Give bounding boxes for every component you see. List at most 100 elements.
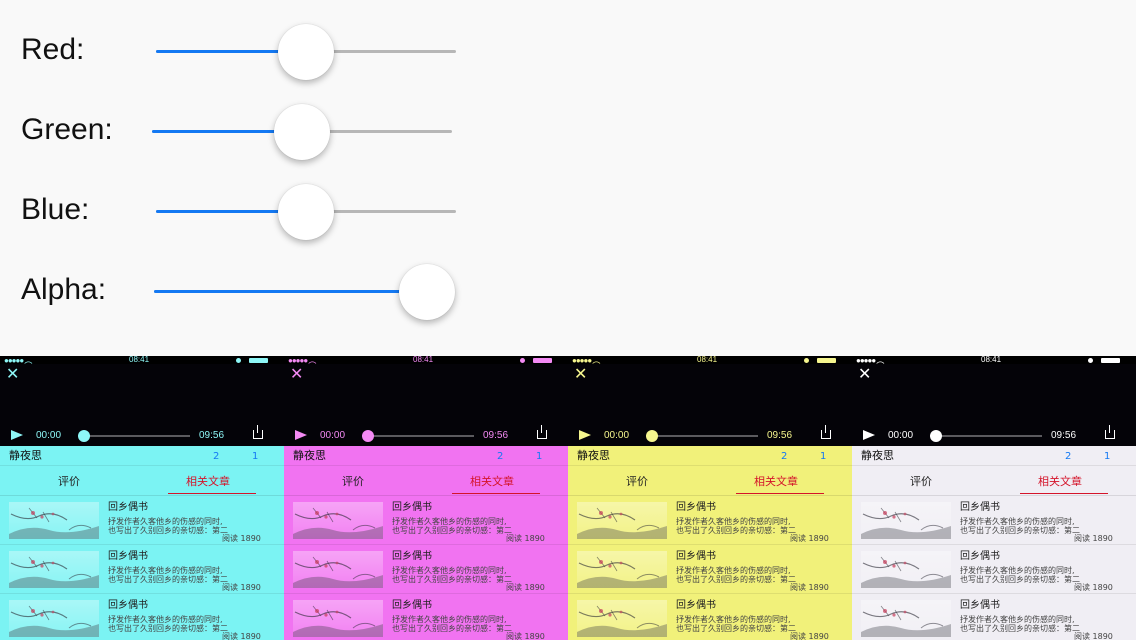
status-time: 08:41 bbox=[981, 356, 1002, 364]
list-item[interactable]: 回乡偶书 抒发作者久客他乡的伤感的同时, 也写出了久别回乡的亲切感：第二 阅读 … bbox=[852, 545, 1136, 594]
article-summary-line1: 抒发作者久客他乡的伤感的同时, bbox=[960, 615, 1075, 624]
alpha-slider-row: Alpha: bbox=[0, 261, 480, 321]
play-icon[interactable] bbox=[295, 430, 307, 440]
play-icon[interactable] bbox=[11, 430, 23, 440]
list-item[interactable]: 回乡偶书 抒发作者久客他乡的伤感的同时, 也写出了久别回乡的亲切感：第二 阅读 … bbox=[284, 594, 568, 640]
phone-screen: ●●●●● ︵ 08:41 ✕ 00:00 09:56 静夜思 2 1 评价 相… bbox=[852, 356, 1136, 640]
audio-player: ✕ 00:00 09:56 bbox=[284, 364, 568, 446]
red-slider-thumb[interactable] bbox=[278, 24, 334, 80]
alpha-slider-fill bbox=[154, 290, 427, 293]
play-icon[interactable] bbox=[863, 430, 875, 440]
green-slider-thumb[interactable] bbox=[274, 104, 330, 160]
read-count: 阅读 1890 bbox=[222, 534, 261, 543]
alpha-label: Alpha: bbox=[21, 273, 107, 306]
like-count[interactable]: 1 bbox=[1104, 451, 1110, 462]
article-thumbnail bbox=[9, 551, 99, 588]
current-time: 00:00 bbox=[320, 430, 346, 441]
list-item[interactable]: 回乡偶书 抒发作者久客他乡的伤感的同时, 也写出了久别回乡的亲切感：第二 阅读 … bbox=[284, 496, 568, 545]
share-icon[interactable] bbox=[253, 425, 263, 439]
ink-painting-image bbox=[293, 605, 383, 637]
ink-painting-image bbox=[861, 556, 951, 588]
status-bar: ●●●●● ︵ 08:41 bbox=[852, 356, 1136, 365]
poem-title: 静夜思 bbox=[577, 449, 610, 462]
list-item[interactable]: 回乡偶书 抒发作者久客他乡的伤感的同时, 也写出了久别回乡的亲切感：第二 阅读 … bbox=[0, 496, 284, 545]
list-item[interactable]: 回乡偶书 抒发作者久客他乡的伤感的同时, 也写出了久别回乡的亲切感：第二 阅读 … bbox=[852, 594, 1136, 640]
article-summary-line1: 抒发作者久客他乡的伤感的同时, bbox=[960, 566, 1075, 575]
playback-progress-track[interactable] bbox=[82, 435, 190, 437]
playback-progress-track[interactable] bbox=[366, 435, 474, 437]
like-count[interactable]: 1 bbox=[252, 451, 258, 462]
blue-label: Blue: bbox=[21, 193, 90, 226]
playback-progress-thumb[interactable] bbox=[362, 430, 374, 442]
article-thumbnail bbox=[293, 551, 383, 588]
share-icon[interactable] bbox=[537, 425, 547, 439]
active-tab-indicator bbox=[1020, 493, 1108, 494]
share-icon[interactable] bbox=[821, 425, 831, 439]
tab-bar: 评价 相关文章 bbox=[568, 466, 852, 496]
read-count: 阅读 1890 bbox=[506, 632, 545, 640]
content-area: 静夜思 2 1 评价 相关文章 回乡偶书 抒发作者久客他乡的伤感的同时, 也写出… bbox=[852, 446, 1136, 640]
ink-painting-image bbox=[577, 605, 667, 637]
alpha-slider-track[interactable] bbox=[154, 290, 427, 293]
share-icon[interactable] bbox=[1105, 425, 1115, 439]
poem-title-row: 静夜思 2 1 bbox=[568, 446, 852, 466]
poem-title: 静夜思 bbox=[293, 449, 326, 462]
article-title: 回乡偶书 bbox=[392, 551, 432, 562]
tab-reviews[interactable]: 评价 bbox=[342, 476, 364, 488]
tab-reviews[interactable]: 评价 bbox=[910, 476, 932, 488]
status-bar: ●●●●● ︵ 08:41 bbox=[284, 356, 568, 365]
orientation-lock-icon bbox=[1088, 358, 1093, 363]
alpha-slider-thumb[interactable] bbox=[399, 264, 455, 320]
tab-related-articles[interactable]: 相关文章 bbox=[470, 476, 514, 488]
playback-progress-track[interactable] bbox=[650, 435, 758, 437]
playback-progress-thumb[interactable] bbox=[930, 430, 942, 442]
article-summary-line1: 抒发作者久客他乡的伤感的同时, bbox=[392, 517, 507, 526]
comment-count[interactable]: 2 bbox=[497, 451, 503, 462]
list-item[interactable]: 回乡偶书 抒发作者久客他乡的伤感的同时, 也写出了久别回乡的亲切感：第二 阅读 … bbox=[852, 496, 1136, 545]
close-icon[interactable]: ✕ bbox=[858, 366, 871, 382]
close-icon[interactable]: ✕ bbox=[290, 366, 303, 382]
close-icon[interactable]: ✕ bbox=[574, 366, 587, 382]
list-item[interactable]: 回乡偶书 抒发作者久客他乡的伤感的同时, 也写出了久别回乡的亲切感：第二 阅读 … bbox=[568, 594, 852, 640]
battery-icon bbox=[249, 358, 268, 363]
content-area: 静夜思 2 1 评价 相关文章 回乡偶书 抒发作者久客他乡的伤感的同时, 也写出… bbox=[0, 446, 284, 640]
read-count: 阅读 1890 bbox=[790, 583, 829, 592]
playback-progress-thumb[interactable] bbox=[78, 430, 90, 442]
list-item[interactable]: 回乡偶书 抒发作者久客他乡的伤感的同时, 也写出了久别回乡的亲切感：第二 阅读 … bbox=[568, 496, 852, 545]
article-thumbnail bbox=[577, 502, 667, 539]
article-summary-line1: 抒发作者久客他乡的伤感的同时, bbox=[392, 615, 507, 624]
playback-progress-thumb[interactable] bbox=[646, 430, 658, 442]
tab-related-articles[interactable]: 相关文章 bbox=[754, 476, 798, 488]
article-summary-line1: 抒发作者久客他乡的伤感的同时, bbox=[960, 517, 1075, 526]
duration: 09:56 bbox=[483, 430, 509, 441]
read-count: 阅读 1890 bbox=[222, 632, 261, 640]
orientation-lock-icon bbox=[520, 358, 525, 363]
list-item[interactable]: 回乡偶书 抒发作者久客他乡的伤感的同时, 也写出了久别回乡的亲切感：第二 阅读 … bbox=[284, 545, 568, 594]
article-thumbnail bbox=[293, 502, 383, 539]
playback-progress-track[interactable] bbox=[934, 435, 1042, 437]
ink-painting-image bbox=[9, 556, 99, 588]
list-item[interactable]: 回乡偶书 抒发作者久客他乡的伤感的同时, 也写出了久别回乡的亲切感：第二 阅读 … bbox=[0, 594, 284, 640]
blue-slider-thumb[interactable] bbox=[278, 184, 334, 240]
ink-painting-image bbox=[861, 507, 951, 539]
list-item[interactable]: 回乡偶书 抒发作者久客他乡的伤感的同时, 也写出了久别回乡的亲切感：第二 阅读 … bbox=[0, 545, 284, 594]
like-count[interactable]: 1 bbox=[820, 451, 826, 462]
content-area: 静夜思 2 1 评价 相关文章 回乡偶书 抒发作者久客他乡的伤感的同时, 也写出… bbox=[568, 446, 852, 640]
article-title: 回乡偶书 bbox=[960, 551, 1000, 562]
article-thumbnail bbox=[861, 551, 951, 588]
ink-painting-image bbox=[861, 605, 951, 637]
tab-reviews[interactable]: 评价 bbox=[626, 476, 648, 488]
close-icon[interactable]: ✕ bbox=[6, 366, 19, 382]
orientation-lock-icon bbox=[236, 358, 241, 363]
comment-count[interactable]: 2 bbox=[213, 451, 219, 462]
tab-reviews[interactable]: 评价 bbox=[58, 476, 80, 488]
status-time: 08:41 bbox=[697, 356, 718, 364]
comment-count[interactable]: 2 bbox=[781, 451, 787, 462]
tab-related-articles[interactable]: 相关文章 bbox=[1038, 476, 1082, 488]
like-count[interactable]: 1 bbox=[536, 451, 542, 462]
list-item[interactable]: 回乡偶书 抒发作者久客他乡的伤感的同时, 也写出了久别回乡的亲切感：第二 阅读 … bbox=[568, 545, 852, 594]
tab-related-articles[interactable]: 相关文章 bbox=[186, 476, 230, 488]
play-icon[interactable] bbox=[579, 430, 591, 440]
duration: 09:56 bbox=[199, 430, 225, 441]
comment-count[interactable]: 2 bbox=[1065, 451, 1071, 462]
